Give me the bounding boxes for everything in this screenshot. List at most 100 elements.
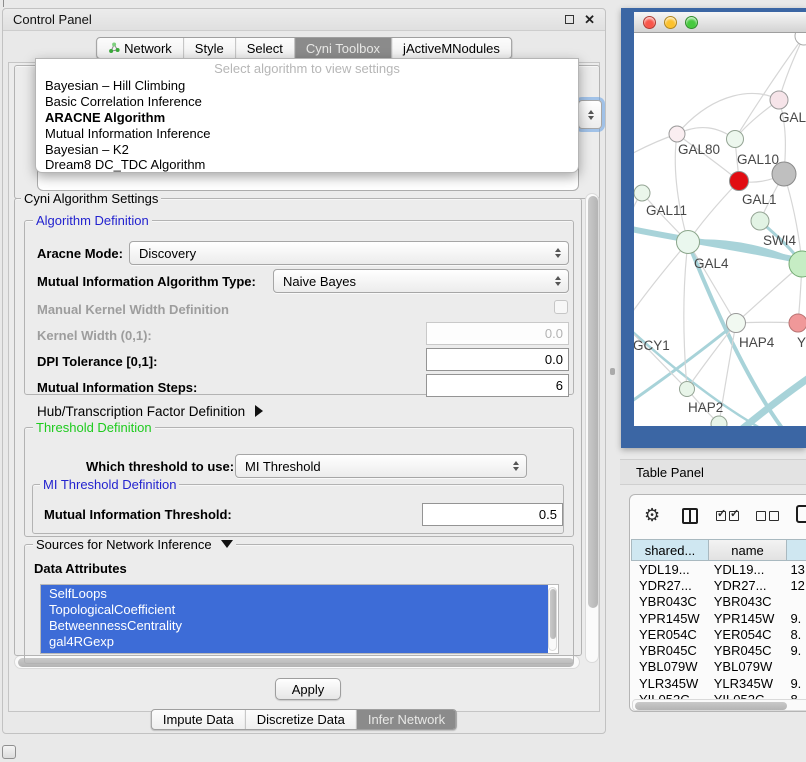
kernel-width-value: 0.0 [545,326,563,341]
dpi-tolerance-value: 0.0 [545,352,563,367]
kernel-width-field[interactable]: 0.0 [426,322,569,345]
network-node[interactable] [634,185,650,201]
algorithm-item-aracne-algorithm[interactable]: ARACNE Algorithm [36,110,578,126]
algorithm-item-basic-correlation-inference[interactable]: Basic Correlation Inference [36,94,578,110]
table-row-ydl19[interactable]: YDL19...YDL19...13 [632,561,806,577]
control-panel-title: Control Panel [13,12,92,27]
gear-icon[interactable]: ⚙ [644,506,660,524]
manual-kernel-label: Manual Kernel Width Definition [37,302,229,317]
algorithm-combo-stepper[interactable] [578,100,602,129]
close-icon[interactable]: ✕ [584,15,595,24]
settings-vscroll-thumb[interactable] [588,196,598,608]
threshold-definition-title: Threshold Definition [33,420,155,435]
network-edge [779,36,804,100]
table-row-ybr045c[interactable]: YBR045CYBR045C9. [632,642,806,658]
network-node[interactable] [795,33,806,45]
cell-value: 12 [786,578,806,593]
cyni-settings-title: Cyni Algorithm Settings [21,191,161,206]
deselect-columns-icon[interactable] [756,511,766,521]
data-attribute-item-selfloops[interactable]: SelfLoops [41,586,558,602]
network-window-titlebar[interactable] [634,12,806,33]
apply-button[interactable]: Apply [275,678,341,700]
network-edge [634,242,688,324]
hub-definition-expander[interactable]: Hub/Transcription Factor Definition [37,404,263,419]
tab-infer-network[interactable]: Infer Network [357,710,456,729]
mi-steps-field[interactable]: 6 [426,374,569,397]
cell-shared-name: YDR27... [632,578,709,593]
node-label-hap2: HAP2 [688,400,723,415]
split-columns-icon[interactable] [682,508,698,524]
network-canvas[interactable]: GAL7GAL80GAL10GAL1GAL11SWI4GAL4GCY1HAP4Y… [634,33,806,426]
network-node[interactable] [789,314,806,332]
table-row-ydr27[interactable]: YDR27...YDR27...12 [632,577,806,593]
aracne-mode-combo[interactable]: Discovery [129,241,569,265]
network-node[interactable] [730,172,749,191]
table-row-yer054c[interactable]: YER054CYER054C8. [632,626,806,642]
which-threshold-combo[interactable]: MI Threshold [235,454,527,478]
collapsed-panel-icon[interactable] [2,745,16,759]
settings-vscroll-track[interactable] [585,193,599,663]
deselect-columns-icon2[interactable] [769,511,779,521]
data-attribute-item-betweennesscentrality[interactable]: BetweennessCentrality [41,618,558,634]
algorithm-item-dream8-dc-tdc-algorithm[interactable]: Dream8 DC_TDC Algorithm [36,157,578,173]
table-hscroll-thumb[interactable] [635,702,787,710]
table-panel: ⚙ shared...name YDL19...YDL19...13YDR27.… [629,494,806,712]
tab-network[interactable]: Network [97,38,184,58]
cell-shared-name: YLR345W [632,676,709,691]
network-edge [688,242,736,323]
cell-shared-name: YDL19... [632,562,709,577]
tab-label: Discretize Data [257,712,345,727]
kernel-width-label: Kernel Width (0,1): [37,328,152,343]
table-row-ylr345w[interactable]: YLR345WYLR345W9. [632,675,806,691]
tab-discretize-data[interactable]: Discretize Data [246,710,357,729]
network-view-window[interactable]: GAL7GAL80GAL10GAL1GAL11SWI4GAL4GCY1HAP4Y… [621,8,806,448]
network-node[interactable] [677,231,700,254]
mi-threshold-field[interactable]: 0.5 [422,503,563,526]
column-header-name[interactable]: name [708,539,787,561]
column-header-2[interactable] [786,539,806,561]
select-all-columns-icon2[interactable] [729,511,739,521]
float-window-icon[interactable] [565,15,574,24]
data-attributes-list[interactable]: SelfLoopsTopologicalCoefficientBetweenne… [40,584,559,654]
tab-style[interactable]: Style [184,38,236,58]
dpi-tolerance-field[interactable]: 0.0 [426,348,569,371]
data-attribute-item-gal4rgexp[interactable]: gal4RGexp [41,634,558,650]
close-traffic-light-icon[interactable] [643,16,656,29]
table-hscroll-track[interactable] [632,699,806,711]
column-header-shared[interactable]: shared... [631,539,709,561]
cell-name: YBR043C [709,594,787,609]
network-node[interactable] [727,314,746,333]
tab-jactivemnodules[interactable]: jActiveMNodules [392,38,511,58]
data-attribute-item-topologicalcoefficient[interactable]: TopologicalCoefficient [41,602,558,618]
tab-impute-data[interactable]: Impute Data [152,710,246,729]
algorithm-list: Bayesian – Hill ClimbingBasic Correlatio… [36,78,578,173]
network-node[interactable] [680,382,695,397]
algorithm-placeholder: Select algorithm to view settings [36,59,578,78]
mi-type-combo[interactable]: Naive Bayes [273,269,569,293]
tab-cyni-toolbox[interactable]: Cyni Toolbox [295,38,392,58]
minimize-traffic-light-icon[interactable] [664,16,677,29]
table-header: shared...name [632,539,806,561]
table-row-ybl079w[interactable]: YBL079WYBL079W [632,659,806,675]
node-label-gal7: GAL7 [779,110,806,125]
algorithm-item-mutual-information-inference[interactable]: Mutual Information Inference [36,126,578,142]
sources-title[interactable]: Sources for Network Inference [33,537,236,552]
table-row-ybr043c[interactable]: YBR043CYBR043C [632,594,806,610]
network-node[interactable] [770,91,788,109]
network-node[interactable] [751,212,769,230]
table-row-ypr145w[interactable]: YPR145WYPR145W9. [632,610,806,626]
splitter-handle[interactable] [610,368,615,375]
dpi-tolerance-label: DPI Tolerance [0,1]: [37,354,157,369]
zoom-traffic-light-icon[interactable] [685,16,698,29]
bottom-tabs: Impute Data Discretize Data Infer Network [151,709,457,730]
tab-select[interactable]: Select [236,38,295,58]
manual-kernel-checkbox[interactable] [554,300,568,314]
cell-value: 9. [786,611,806,626]
column-visibility-icon[interactable] [796,505,806,523]
algorithm-item-bayesian-hill-climbing[interactable]: Bayesian – Hill Climbing [36,78,578,94]
network-node[interactable] [727,131,744,148]
algorithm-item-bayesian-k2[interactable]: Bayesian – K2 [36,142,578,158]
network-node[interactable] [669,126,685,142]
node-label-swi4: SWI4 [763,233,796,248]
select-all-columns-icon[interactable] [716,511,726,521]
